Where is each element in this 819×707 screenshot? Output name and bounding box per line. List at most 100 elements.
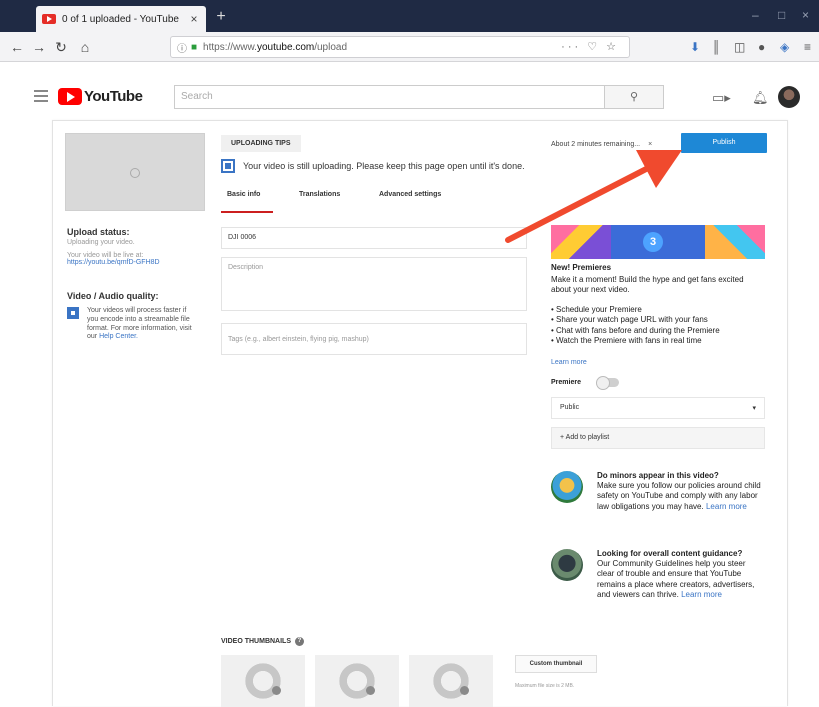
page-actions-icon[interactable]: ··· ♡ ☆ — [561, 40, 619, 53]
tab-advanced-settings[interactable]: Advanced settings — [379, 191, 441, 198]
upload-status-text: Uploading your video. — [67, 239, 135, 246]
publish-button[interactable]: Publish — [681, 133, 767, 153]
premiere-toggle[interactable] — [596, 376, 619, 390]
time-remaining-text: About 2 minutes remaining... — [551, 141, 641, 148]
thumbnail-option[interactable] — [221, 655, 305, 707]
banner-art-left — [551, 225, 611, 259]
title-field[interactable]: DJI 0006 — [221, 227, 527, 249]
minimize-icon[interactable]: – — [752, 8, 759, 22]
search-icon: ⚲ — [629, 91, 639, 103]
uploading-message-text: Your video is still uploading. Please ke… — [243, 161, 525, 171]
youtube-favicon-icon — [42, 14, 56, 24]
browser-tab-title: 0 of 1 uploaded - YouTube — [62, 13, 179, 25]
new-tab-button[interactable]: + — [210, 6, 232, 28]
content-guidance: Looking for overall content guidance? Ou… — [551, 549, 765, 601]
address-bar[interactable]: ⓘ ■ https://www. youtube.com/upload ··· ♡… — [170, 36, 630, 58]
thumbnail-option[interactable] — [315, 655, 399, 707]
guide-text: Our Community Guidelines help you steer … — [597, 559, 755, 600]
loading-dots-icon — [243, 661, 283, 701]
premiere-learn-more-link[interactable]: Learn more — [551, 359, 587, 366]
uploading-tips-label: UPLOADING TIPS — [221, 135, 301, 152]
premiere-description: Make it a moment! Build the hype and get… — [551, 275, 744, 295]
video-url-link[interactable]: https://youtu.be/qmfD-GFH8D — [67, 259, 207, 266]
close-tab-icon[interactable]: × — [188, 12, 200, 26]
forward-icon[interactable]: → — [30, 38, 48, 56]
cancel-upload-icon[interactable]: × — [648, 141, 652, 148]
community-guidelines-icon — [551, 549, 583, 581]
url-path: /upload — [314, 41, 348, 53]
browser-tab[interactable]: 0 of 1 uploaded - YouTube × — [36, 6, 206, 32]
premiere-banner: 3 — [551, 225, 765, 259]
info-square-icon — [67, 307, 79, 319]
upload-status-label: Upload status: — [67, 227, 130, 237]
list-item: • Chat with fans before and during the P… — [551, 325, 720, 335]
youtube-logo-icon — [58, 88, 82, 105]
maximize-icon[interactable]: □ — [778, 8, 785, 22]
thumbnails-label-text: VIDEO THUMBNAILS — [221, 638, 291, 645]
create-video-icon[interactable]: ▭▸ — [712, 90, 731, 106]
help-center-link[interactable]: Help Center. — [99, 333, 138, 340]
privacy-select[interactable]: Public ▾ — [551, 397, 765, 419]
minors-guidance: Do minors appear in this video? Make sur… — [551, 471, 765, 512]
library-icon[interactable]: ║ — [712, 40, 721, 54]
upload-card: Upload status: Uploading your video. You… — [52, 120, 788, 707]
info-icon[interactable]: ⓘ — [177, 40, 187, 55]
url-host: youtube.com — [256, 41, 315, 53]
live-at-text: Your video will be live at: — [67, 252, 144, 259]
video-thumbnails-label: VIDEO THUMBNAILS ? — [221, 637, 304, 646]
tab-basic-info[interactable]: Basic info — [227, 191, 260, 198]
guide-title: Looking for overall content guidance? — [597, 549, 743, 558]
list-item: • Watch the Premiere with fans in real t… — [551, 336, 702, 346]
uploading-message: Your video is still uploading. Please ke… — [221, 159, 525, 173]
youtube-logo[interactable]: YouTube — [58, 88, 143, 105]
privacy-value: Public — [560, 404, 580, 411]
browser-navbar: ← → ↻ ⌂ ⓘ ■ https://www. youtube.com/uplo… — [0, 32, 819, 62]
search-input[interactable]: Search — [174, 85, 604, 109]
banner-art-right — [705, 225, 765, 259]
tab-translations[interactable]: Translations — [299, 191, 340, 198]
add-to-playlist-button[interactable]: + Add to playlist — [551, 427, 765, 449]
home-icon[interactable]: ⌂ — [76, 38, 94, 56]
child-safety-icon — [551, 471, 583, 503]
caret-down-icon: ▾ — [752, 405, 756, 412]
guide-learn-more-link[interactable]: Learn more — [681, 590, 722, 599]
description-field[interactable]: Description — [221, 257, 527, 311]
quality-title: Video / Audio quality: — [67, 291, 159, 301]
lock-icon: ■ — [191, 41, 198, 53]
active-tab-indicator — [221, 211, 273, 213]
loading-dots-icon — [337, 661, 377, 701]
close-window-icon[interactable]: × — [802, 8, 809, 22]
upload-progress-icon — [221, 159, 235, 173]
notifications-bell-icon[interactable]: 🔔︎ — [752, 90, 769, 106]
search-button[interactable]: ⚲ — [604, 85, 664, 109]
list-item: • Schedule your Premiere — [551, 305, 642, 314]
downloads-icon[interactable]: ⬇ — [690, 40, 700, 54]
reload-icon[interactable]: ↻ — [52, 38, 70, 56]
back-icon[interactable]: ← — [8, 38, 26, 56]
url-scheme: https://www. — [203, 41, 257, 53]
thumbnail-option[interactable] — [409, 655, 493, 707]
extension-icon[interactable]: ● — [758, 40, 765, 54]
thumbnail-size-note: Maximum file size is 2 MB. — [515, 683, 575, 689]
premiere-toggle-label: Premiere — [551, 379, 581, 386]
upload-tabs: Basic info Translations Advanced setting… — [221, 183, 541, 213]
hamburger-menu-icon[interactable]: ≡ — [804, 40, 811, 54]
time-remaining: About 2 minutes remaining... × — [551, 141, 652, 148]
tags-field[interactable]: Tags (e.g., albert einstein, flying pig,… — [221, 323, 527, 355]
avatar[interactable] — [778, 86, 800, 108]
help-icon[interactable]: ? — [295, 637, 304, 646]
premiere-title: New! Premieres — [551, 263, 612, 272]
loading-dots-icon — [431, 661, 471, 701]
shield-icon[interactable]: ◈ — [780, 40, 789, 54]
guide-menu-icon[interactable] — [34, 90, 48, 102]
premiere-feature-list: • Schedule your Premiere • Share your wa… — [551, 305, 765, 347]
youtube-header: YouTube Search ⚲ ▭▸ 🔔︎ — [22, 80, 812, 116]
guide-title: Do minors appear in this video? — [597, 471, 719, 480]
sidebar-icon[interactable]: ◫ — [734, 40, 745, 54]
guide-learn-more-link[interactable]: Learn more — [706, 502, 747, 511]
banner-countdown: 3 — [643, 232, 663, 252]
custom-thumbnail-button[interactable]: Custom thumbnail — [515, 655, 597, 673]
browser-tabstrip: 0 of 1 uploaded - YouTube × + – □ × — [0, 0, 819, 32]
loading-spinner-icon — [130, 168, 140, 178]
video-preview — [65, 133, 205, 211]
